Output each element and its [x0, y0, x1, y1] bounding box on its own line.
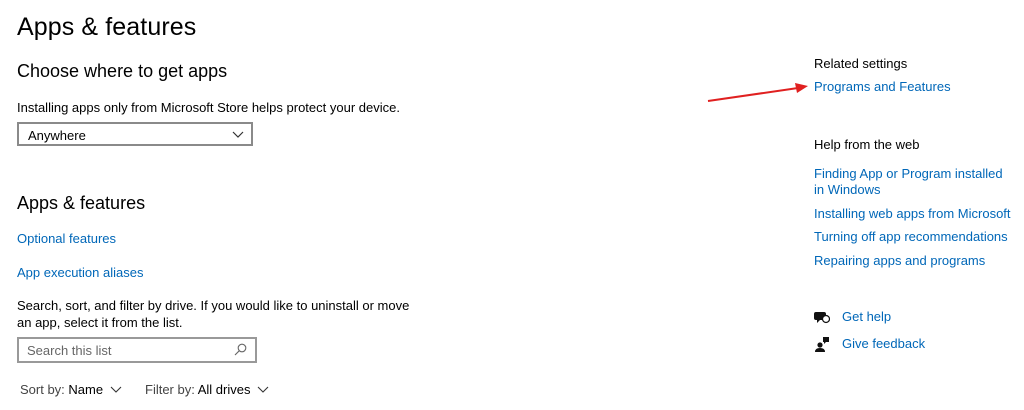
help-from-web-heading: Help from the web [814, 137, 920, 152]
filter-by-value: All drives [197, 382, 251, 397]
app-source-dropdown[interactable]: Anywhere [17, 122, 253, 146]
chat-help-icon [814, 312, 830, 324]
get-help-item[interactable]: Get help [814, 309, 891, 325]
app-execution-aliases-link[interactable]: App execution aliases [17, 265, 143, 280]
choose-apps-description: Installing apps only from Microsoft Stor… [17, 100, 400, 115]
optional-features-link[interactable]: Optional features [17, 231, 116, 246]
apps-features-heading: Apps & features [17, 193, 146, 213]
web-link-finding-app[interactable]: Finding App or Program installed in Wind… [814, 166, 1014, 198]
chevron-down-icon [110, 386, 122, 393]
web-link-installing-web-apps[interactable]: Installing web apps from Microsoft [814, 206, 1011, 222]
web-link-repairing-apps[interactable]: Repairing apps and programs [814, 253, 985, 269]
sort-by-value: Name [68, 382, 104, 397]
search-list-box[interactable] [17, 337, 257, 363]
sort-by-dropdown[interactable]: Sort by: Name [20, 382, 122, 397]
page-title: Apps & features [17, 13, 197, 41]
filter-by-dropdown[interactable]: Filter by: All drives [145, 382, 269, 397]
annotation-arrow [707, 83, 808, 102]
programs-and-features-link[interactable]: Programs and Features [814, 79, 951, 95]
give-feedback-link[interactable]: Give feedback [842, 336, 925, 352]
search-icon [234, 343, 247, 356]
app-source-dropdown-value: Anywhere [28, 128, 86, 143]
web-link-turning-off-recommendations[interactable]: Turning off app recommendations [814, 229, 1008, 245]
apps-description: Search, sort, and filter by drive. If yo… [17, 298, 410, 330]
sort-by-label: Sort by: [20, 382, 65, 397]
choose-apps-heading: Choose where to get apps [17, 61, 228, 81]
filter-by-label: Filter by: [145, 382, 195, 397]
feedback-person-icon [815, 337, 829, 352]
give-feedback-item[interactable]: Give feedback [814, 336, 925, 352]
chevron-down-icon [232, 131, 244, 138]
get-help-link[interactable]: Get help [842, 309, 891, 325]
search-input[interactable] [27, 342, 227, 358]
related-settings-heading: Related settings [814, 56, 908, 71]
chevron-down-icon [257, 386, 269, 393]
